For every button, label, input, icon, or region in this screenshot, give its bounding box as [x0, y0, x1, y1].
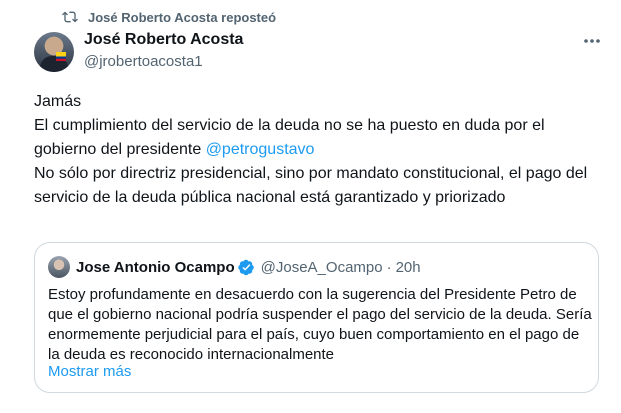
verified-badge-icon [237, 259, 254, 275]
more-icon [584, 39, 600, 43]
quoted-tweet-time[interactable]: 20h [396, 259, 421, 276]
quoted-tweet-header: Jose Antonio Ocampo @JoseA_Ocampo · 20h [48, 256, 421, 278]
separator-dot: · [386, 258, 392, 276]
tweet-line-2: El cumplimiento del servicio de la deuda… [34, 114, 594, 162]
quoted-author-avatar[interactable] [48, 256, 70, 278]
more-options-button[interactable] [581, 32, 603, 50]
tweet-text: Jamás El cumplimiento del servicio de la… [34, 90, 594, 210]
quoted-tweet-text: Estoy profundamente en desacuerdo con la… [48, 286, 592, 363]
flag-icon [56, 52, 66, 61]
mention-link[interactable]: @petrogustavo [206, 141, 315, 158]
repost-indicator[interactable]: José Roberto Acosta reposteó [62, 9, 276, 25]
quoted-tweet-card[interactable]: Jose Antonio Ocampo @JoseA_Ocampo · 20h … [34, 242, 599, 393]
author-handle[interactable]: @jrobertoacosta1 [84, 53, 203, 70]
quoted-author-name[interactable]: Jose Antonio Ocampo [76, 259, 235, 276]
author-avatar[interactable] [34, 32, 74, 72]
tweet-line-3: No sólo por directriz presidencial, sino… [34, 165, 588, 206]
author-name[interactable]: José Roberto Acosta [84, 31, 243, 49]
tweet-line-1: Jamás [34, 93, 82, 110]
show-more-link[interactable]: Mostrar más [48, 363, 131, 380]
repost-icon [62, 11, 78, 23]
repost-label: José Roberto Acosta reposteó [88, 9, 277, 25]
quoted-author-handle[interactable]: @JoseA_Ocampo [261, 259, 383, 276]
